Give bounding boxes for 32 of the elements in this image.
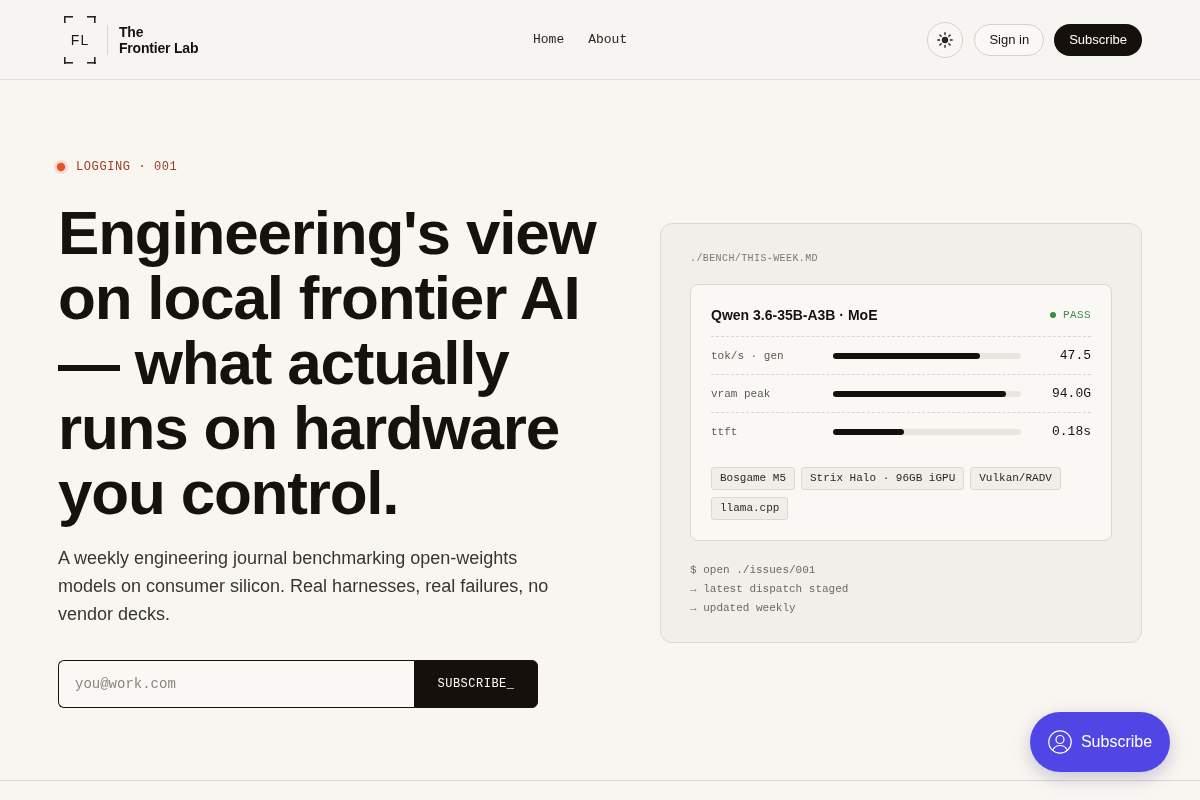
metric-value: 47.5 — [1058, 348, 1091, 363]
subscribe-submit-button[interactable]: SUBSCRIBE_ — [414, 660, 538, 708]
model-title: Qwen 3.6-35B-A3B · MoE — [711, 307, 878, 323]
metric-label: tok/s · gen — [711, 349, 785, 362]
live-dot-icon — [54, 160, 68, 174]
floating-subscribe-button[interactable]: Subscribe — [1030, 712, 1170, 772]
lede-paragraph: A weekly engineering journal benchmarking open-weights models on consumer silicon. Real harnesses, real failures, no vendor decks. — [58, 547, 550, 626]
theme-toggle-button[interactable] — [927, 21, 964, 58]
email-field[interactable]: you@work.com — [58, 660, 414, 708]
metric-value: 94.0G — [1051, 386, 1091, 401]
eyebrow-label: LOGGING · 001 — [76, 160, 178, 174]
sun-icon — [937, 31, 954, 48]
spec-tag: Strix Halo · 96GB iGPU — [801, 467, 965, 490]
subscribe-button[interactable]: Subscribe — [1054, 23, 1142, 56]
logo-mark[interactable]: FL — [64, 15, 96, 64]
metric-value: 0.18s — [1051, 424, 1091, 439]
spec-tag: Bosgame M5 — [711, 467, 795, 490]
headline: Engineering's view on local frontier AI — what actually runs on hardware you control. — [58, 200, 598, 525]
metric-label: vram peak — [711, 387, 772, 400]
metric-label: ttft — [711, 425, 739, 438]
site-name[interactable]: The Frontier Lab — [119, 23, 199, 56]
terminal-line: $ open ./issues/001 — [690, 563, 817, 578]
nav-link[interactable]: Home — [533, 32, 565, 47]
sign-in-button[interactable]: Sign in — [974, 23, 1045, 56]
spec-tag: Vulkan/RADV — [970, 467, 1061, 490]
user-circle-icon — [1047, 730, 1072, 754]
file-path-label: ./BENCH/THIS-WEEK.MD — [690, 252, 820, 266]
terminal-line: → updated weekly — [690, 601, 797, 616]
nav-link[interactable]: About — [588, 32, 628, 47]
spec-tag: llama.cpp — [711, 497, 789, 520]
terminal-line: → latest dispatch staged — [690, 582, 850, 597]
status-label: PASS — [1063, 309, 1091, 321]
